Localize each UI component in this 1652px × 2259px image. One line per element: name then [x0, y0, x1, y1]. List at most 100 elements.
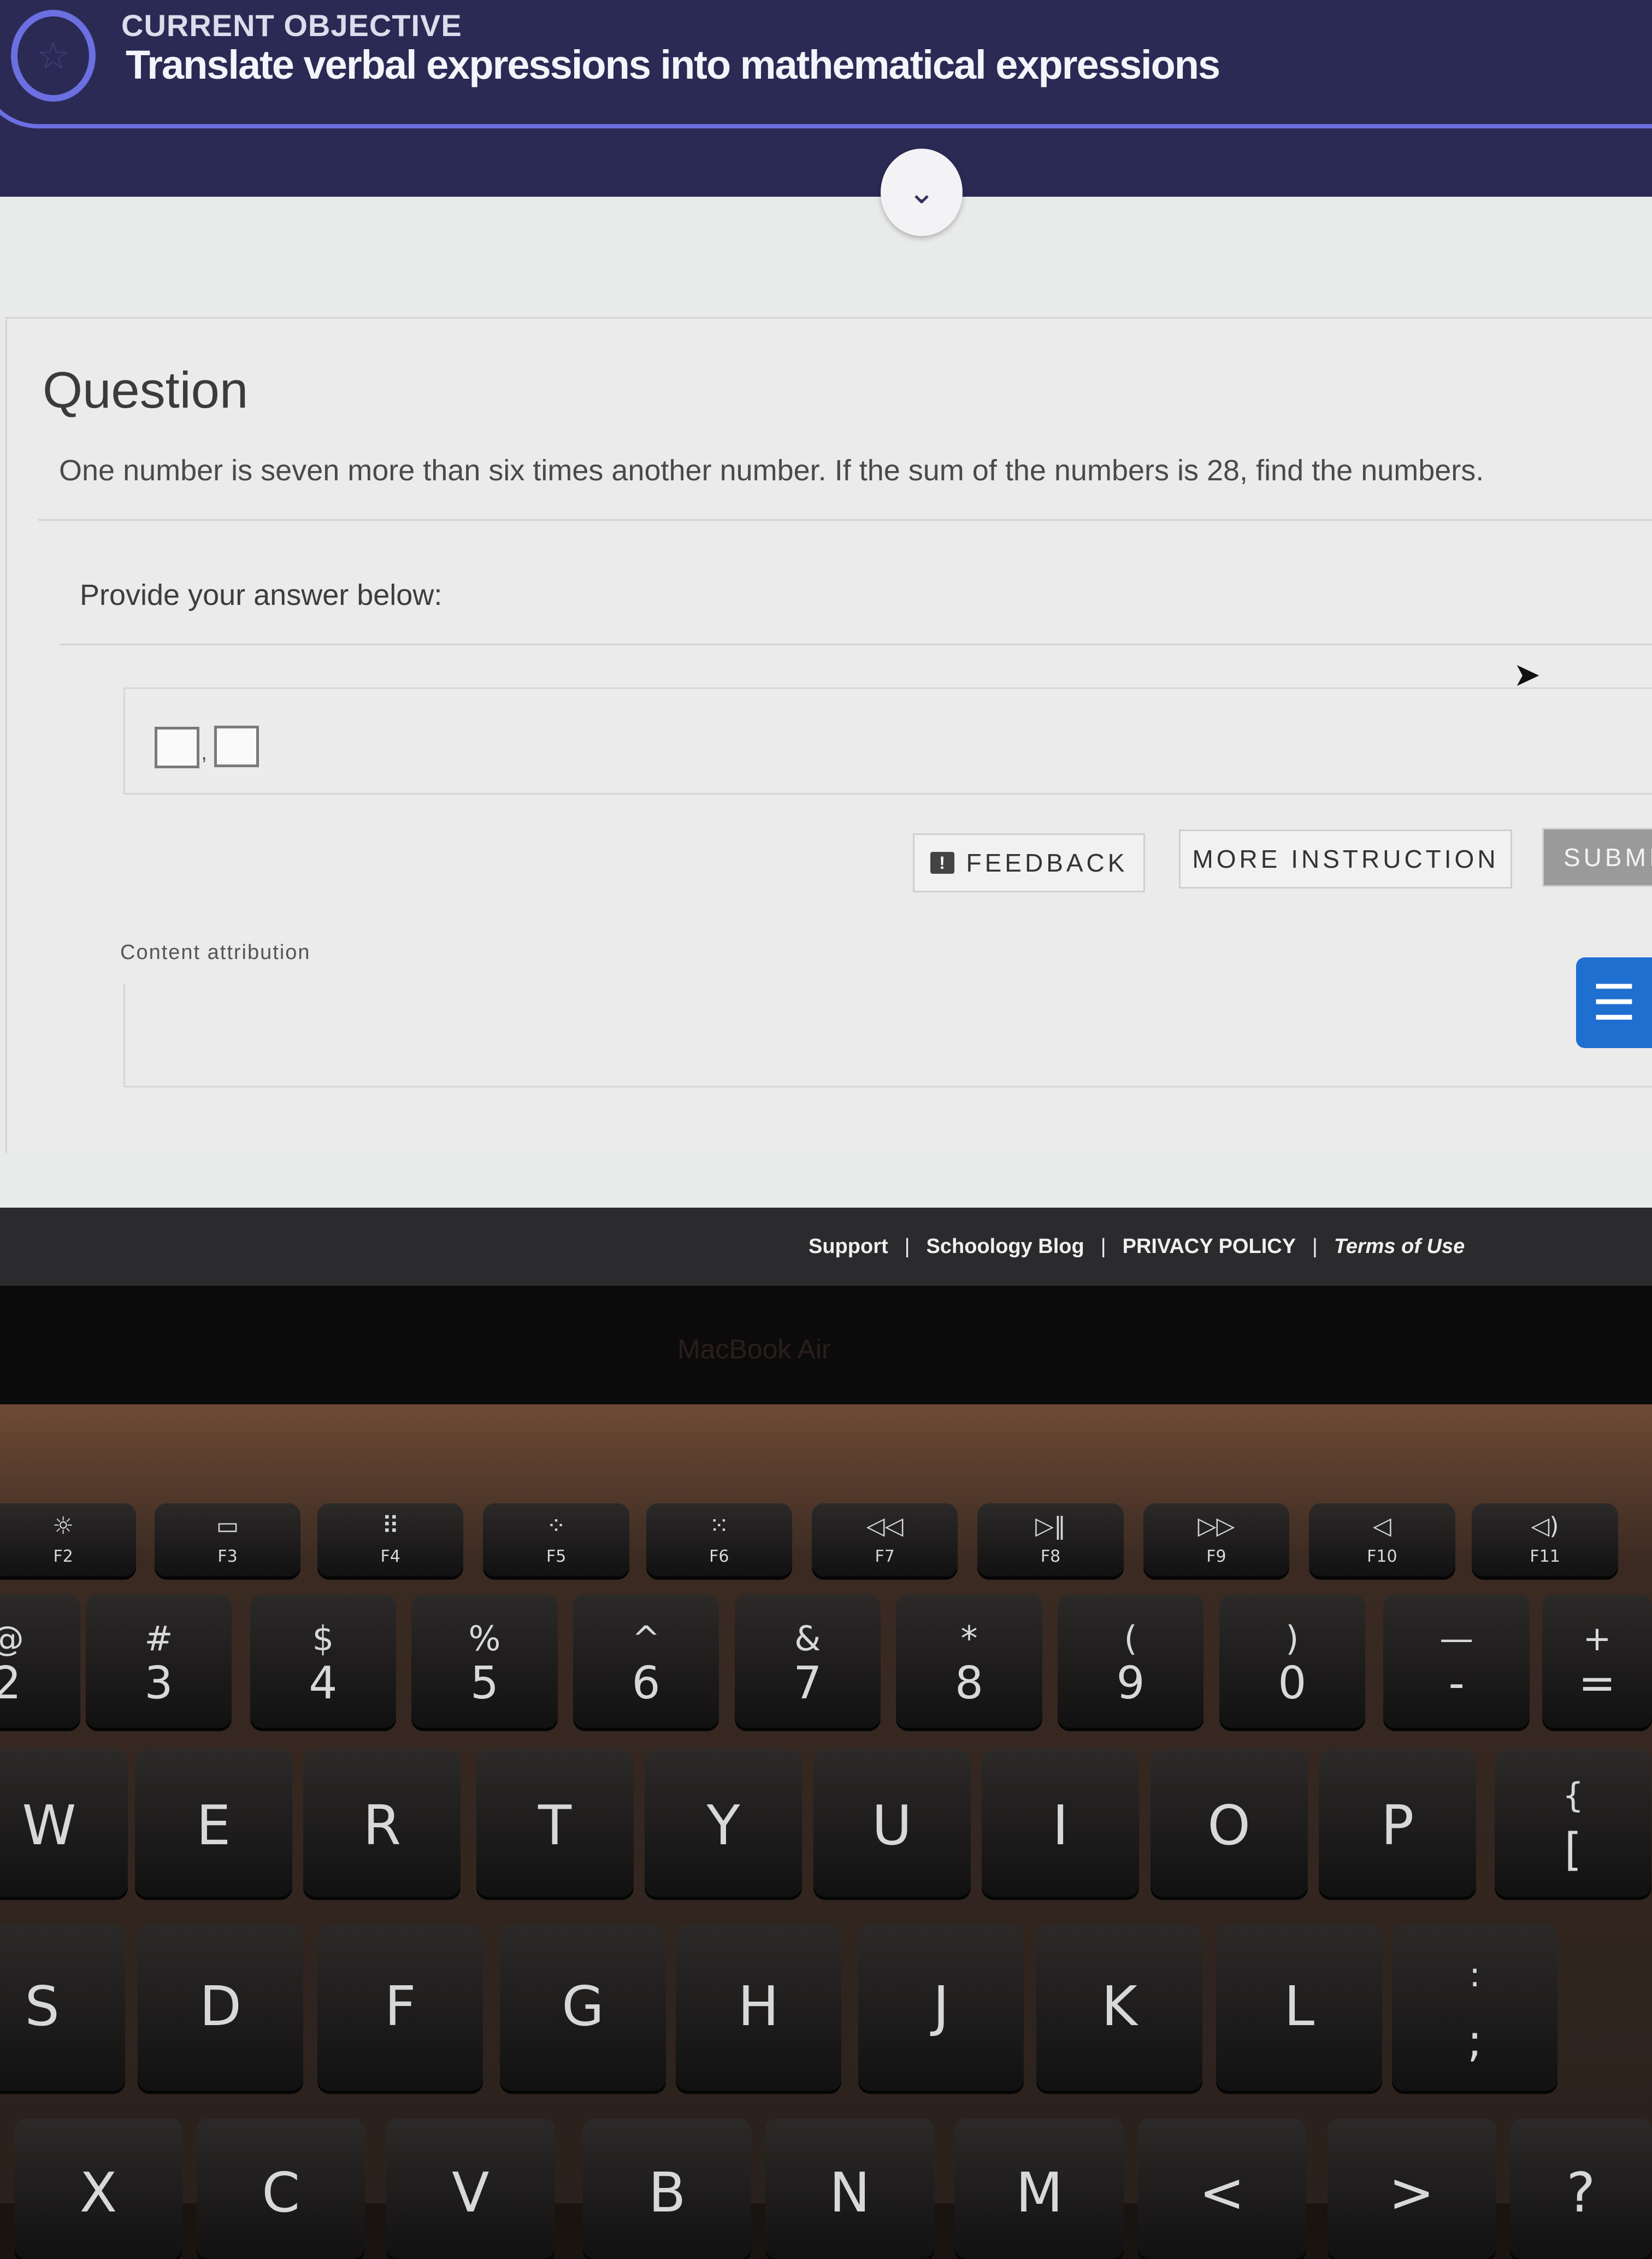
key-label: L [1284, 1974, 1315, 2039]
key-f11[interactable]: ◁) F11 [1472, 1503, 1618, 1576]
attribution-panel [123, 984, 1652, 1087]
objective-title: Translate verbal expressions into mathem… [126, 42, 1220, 87]
chat-icon[interactable]: ☰ [1576, 957, 1652, 1048]
key-y[interactable]: Y [645, 1749, 803, 1897]
key-shift-label: — [1439, 1619, 1474, 1659]
key-m[interactable]: M [955, 2119, 1124, 2259]
key-f10[interactable]: ◁ F10 [1309, 1503, 1455, 1576]
key-f9[interactable]: ▷▷ F9 [1143, 1503, 1290, 1576]
footer-link-privacy[interactable]: PRIVACY POLICY [1123, 1235, 1296, 1258]
key-label: G [562, 1974, 604, 2039]
fast-forward-icon: ▷▷ [1197, 1512, 1235, 1540]
key-f5[interactable]: ⁘ F5 [483, 1503, 629, 1576]
chevron-down-icon[interactable]: ⌄ [881, 149, 963, 236]
key-0[interactable]: ) 0 [1219, 1595, 1365, 1728]
key-6[interactable]: ^ 6 [573, 1595, 719, 1728]
key-label: J [933, 1974, 949, 2039]
key-label: F4 [380, 1546, 400, 1566]
key-<[interactable]: < [1137, 2119, 1307, 2259]
feedback-button[interactable]: ! FEEDBACK [913, 833, 1145, 892]
key-u[interactable]: U [813, 1749, 971, 1897]
key-3[interactable]: #3 [85, 1595, 232, 1728]
key-b[interactable]: B [582, 2119, 752, 2259]
key-;[interactable]: :; [1391, 1925, 1558, 2091]
answer-separator: , [201, 740, 208, 764]
question-heading: Question [43, 361, 249, 419]
footer-separator: | [1100, 1235, 1106, 1258]
key-label: S [25, 1974, 60, 2039]
divider [38, 519, 1652, 521]
key-f4[interactable]: ⠿ F4 [317, 1503, 464, 1576]
key->[interactable]: > [1327, 2119, 1496, 2259]
key-f6[interactable]: ⁙ F6 [646, 1503, 793, 1576]
play-pause-icon: ▷‖ [1035, 1512, 1066, 1540]
key-h[interactable]: H [675, 1925, 842, 2091]
key-2[interactable]: @2 [0, 1595, 80, 1728]
key-f[interactable]: F [317, 1925, 483, 2091]
key-shift-label: $ [312, 1619, 334, 1659]
objective-label: CURRENT OBJECTIVE [121, 8, 462, 43]
footer-link-blog[interactable]: Schoology Blog [927, 1235, 1084, 1258]
answer-input-1[interactable] [155, 727, 199, 768]
key-label: I [1052, 1793, 1069, 1857]
key-label: F3 [217, 1546, 238, 1566]
key-t[interactable]: T [476, 1749, 634, 1897]
key-7[interactable]: & 7 [734, 1595, 881, 1728]
key-f2[interactable]: ☼ F2 [0, 1503, 137, 1576]
key-f8[interactable]: ▷‖ F8 [977, 1503, 1124, 1576]
key-9[interactable]: (9 [1057, 1595, 1204, 1728]
key-label: 7 [793, 1657, 822, 1710]
key-f3[interactable]: ▭ F3 [154, 1503, 301, 1576]
key-l[interactable]: L [1216, 1925, 1382, 2091]
key-d[interactable]: D [137, 1925, 304, 2091]
key-label: X [79, 2161, 117, 2225]
footer-link-support[interactable]: Support [809, 1235, 888, 1258]
key-?[interactable]: ? [1509, 2119, 1652, 2259]
key-label: D [199, 1974, 242, 2039]
key-label: C [262, 2161, 300, 2225]
key-label: W [22, 1793, 76, 1857]
key-x[interactable]: X [14, 2119, 183, 2259]
key-f7[interactable]: ◁◁ F7 [812, 1503, 958, 1576]
key-w[interactable]: W [0, 1749, 128, 1897]
key-5[interactable]: % 5 [411, 1595, 558, 1728]
key-p[interactable]: P [1319, 1749, 1477, 1897]
key-i[interactable]: I [982, 1749, 1140, 1897]
footer-link-terms[interactable]: Terms of Use [1334, 1235, 1465, 1258]
key-label: B [648, 2161, 686, 2225]
key-n[interactable]: N [765, 2119, 934, 2259]
key-4[interactable]: $4 [250, 1595, 396, 1728]
key-k[interactable]: K [1036, 1925, 1202, 2091]
key--[interactable]: — - [1383, 1595, 1530, 1728]
feedback-label: FEEDBACK [966, 849, 1128, 877]
key-label: F [384, 1974, 416, 2039]
key-r[interactable]: R [303, 1749, 461, 1897]
key-e[interactable]: E [134, 1749, 292, 1897]
key-label: K [1101, 1974, 1137, 2039]
key-v[interactable]: V [386, 2119, 555, 2259]
rewind-icon: ◁◁ [866, 1512, 904, 1540]
mute-icon: ◁ [1372, 1512, 1391, 1540]
key-label: ; [1467, 2015, 1483, 2068]
footer-separator: | [904, 1235, 910, 1258]
key-label: F10 [1367, 1546, 1397, 1566]
key-c[interactable]: C [196, 2119, 365, 2259]
footer: Support | Schoology Blog | PRIVACY POLIC… [0, 1208, 1652, 1286]
key-g[interactable]: G [500, 1925, 666, 2091]
key-label: - [1448, 1657, 1465, 1710]
key-label: F7 [875, 1546, 895, 1566]
answer-input-2[interactable] [214, 726, 259, 767]
key-[[interactable]: {[ [1494, 1749, 1652, 1897]
key-j[interactable]: J [858, 1925, 1024, 2091]
more-instruction-button[interactable]: MORE INSTRUCTION [1179, 830, 1512, 889]
key-s[interactable]: S [0, 1925, 125, 2091]
mission-control-icon: ▭ [216, 1512, 239, 1540]
key-label: F8 [1040, 1546, 1061, 1566]
key-o[interactable]: O [1150, 1749, 1308, 1897]
key-label: F5 [546, 1546, 567, 1566]
key-=[interactable]: + = [1542, 1595, 1652, 1728]
key-8[interactable]: * 8 [896, 1595, 1042, 1728]
content-attribution-link[interactable]: Content attribution [120, 941, 311, 964]
key-label: 4 [309, 1657, 338, 1710]
submit-button[interactable]: SUBMI [1542, 828, 1652, 887]
